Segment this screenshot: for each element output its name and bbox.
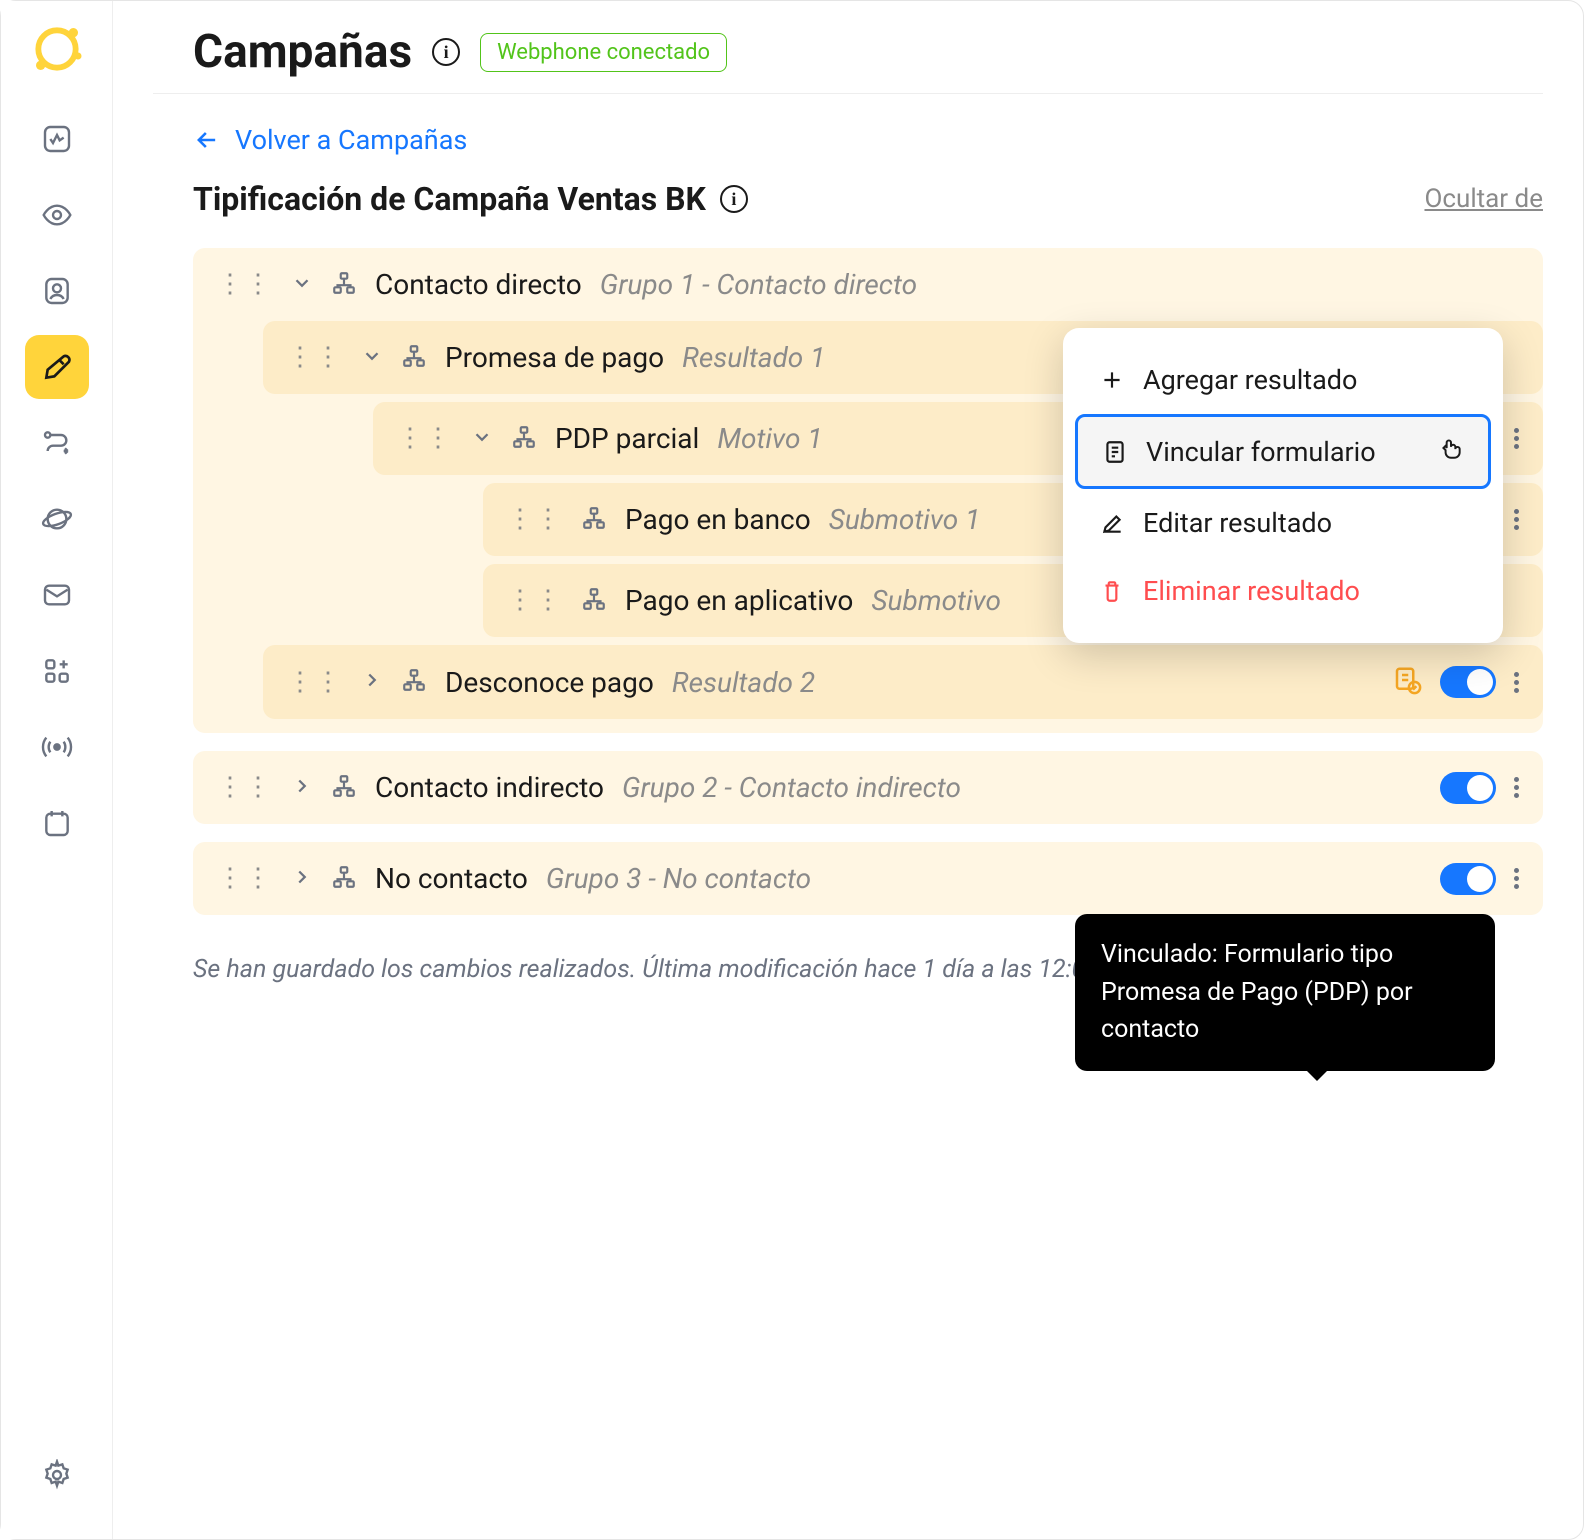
nav-user[interactable] [25, 259, 89, 323]
nav-calendar[interactable] [25, 791, 89, 855]
result-label: Desconoce pago [445, 666, 654, 699]
status-badge: Webphone conectado [480, 33, 727, 72]
kebab-menu-icon[interactable] [1514, 509, 1519, 530]
nav-mail[interactable] [25, 563, 89, 627]
submotive-sublabel: Submotivo 1 [829, 503, 981, 536]
hierarchy-icon [401, 343, 427, 373]
kebab-menu-icon[interactable] [1514, 428, 1519, 449]
info-icon[interactable]: i [432, 38, 460, 66]
menu-item-label: Vincular formulario [1146, 436, 1376, 468]
header: Campañas i Webphone conectado [153, 1, 1543, 94]
kebab-menu-icon[interactable] [1514, 868, 1519, 889]
hierarchy-icon [331, 864, 357, 894]
hierarchy-icon [581, 505, 607, 535]
result-label: Promesa de pago [445, 341, 664, 374]
main-content: Campañas i Webphone conectado Volver a C… [113, 1, 1583, 1539]
back-link[interactable]: Volver a Campañas [193, 124, 1543, 156]
hierarchy-icon [401, 667, 427, 697]
drag-handle-icon[interactable]: ⋮⋮ [287, 348, 343, 366]
group-label: No contacto [375, 862, 528, 895]
tooltip: Vinculado: Formulario tipo Promesa de Pa… [1075, 914, 1495, 1071]
group-contacto-indirecto[interactable]: ⋮⋮ Contacto indirecto Grupo 2 - Contacto… [193, 751, 1543, 824]
toggle-switch[interactable] [1440, 772, 1496, 804]
menu-add-result[interactable]: Agregar resultado [1075, 346, 1491, 414]
drag-handle-icon[interactable]: ⋮⋮ [217, 778, 273, 796]
group-row[interactable]: ⋮⋮ Contacto directo Grupo 1 - Contacto d… [193, 248, 1543, 321]
page-title: Campañas [193, 25, 412, 79]
drag-handle-icon[interactable]: ⋮⋮ [217, 275, 273, 293]
toggle-switch[interactable] [1440, 666, 1496, 698]
menu-delete-result[interactable]: Eliminar resultado [1075, 557, 1491, 625]
chevron-right-icon[interactable] [291, 866, 313, 892]
nav-activity[interactable] [25, 107, 89, 171]
menu-link-form[interactable]: Vincular formulario [1075, 414, 1491, 489]
nav-campaigns[interactable] [25, 335, 89, 399]
hide-link[interactable]: Ocultar de [1424, 184, 1543, 214]
chevron-down-icon[interactable] [361, 345, 383, 371]
nav-apps[interactable] [25, 639, 89, 703]
submotive-label: Pago en aplicativo [625, 584, 853, 617]
menu-item-label: Eliminar resultado [1143, 575, 1360, 607]
form-linked-icon[interactable] [1392, 665, 1422, 699]
drag-handle-icon[interactable]: ⋮⋮ [507, 510, 563, 528]
menu-edit-result[interactable]: Editar resultado [1075, 489, 1491, 557]
nav-broadcast[interactable] [25, 715, 89, 779]
sidebar [1, 1, 113, 1539]
group-label: Contacto indirecto [375, 771, 604, 804]
submotive-label: Pago en banco [625, 503, 811, 536]
drag-handle-icon[interactable]: ⋮⋮ [507, 591, 563, 609]
menu-item-label: Editar resultado [1143, 507, 1332, 539]
group-sublabel: Grupo 2 - Contacto indirecto [622, 771, 961, 804]
group-sublabel: Grupo 3 - No contacto [546, 862, 811, 895]
menu-item-label: Agregar resultado [1143, 364, 1357, 396]
result-row[interactable]: ⋮⋮ Desconoce pago Resultado 2 [263, 645, 1543, 719]
subheader-title: Tipificación de Campaña Ventas BK [193, 180, 706, 218]
cursor-icon [1438, 435, 1464, 468]
group-no-contacto[interactable]: ⋮⋮ No contacto Grupo 3 - No contacto [193, 842, 1543, 915]
kebab-menu-icon[interactable] [1514, 777, 1519, 798]
hierarchy-icon [511, 424, 537, 454]
result-desconoce-pago: ⋮⋮ Desconoce pago Resultado 2 [263, 645, 1543, 719]
back-link-label: Volver a Campañas [235, 124, 467, 156]
drag-handle-icon[interactable]: ⋮⋮ [397, 429, 453, 447]
motive-label: PDP parcial [555, 422, 699, 455]
submotive-sublabel: Submotivo [871, 584, 1001, 617]
hierarchy-icon [581, 586, 607, 616]
nav-planet[interactable] [25, 487, 89, 551]
chevron-right-icon[interactable] [291, 775, 313, 801]
hierarchy-icon [331, 773, 357, 803]
chevron-down-icon[interactable] [471, 426, 493, 452]
result-sublabel: Resultado 2 [672, 666, 815, 699]
drag-handle-icon[interactable]: ⋮⋮ [217, 869, 273, 887]
nav-eye[interactable] [25, 183, 89, 247]
kebab-menu-icon[interactable] [1514, 672, 1519, 693]
motive-sublabel: Motivo 1 [717, 422, 822, 455]
hierarchy-icon [331, 270, 357, 300]
logo-icon [29, 21, 85, 77]
info-icon[interactable]: i [720, 185, 748, 213]
drag-handle-icon[interactable]: ⋮⋮ [287, 673, 343, 691]
chevron-right-icon[interactable] [361, 669, 383, 695]
nav-settings[interactable] [25, 1443, 89, 1507]
nav-routes[interactable] [25, 411, 89, 475]
result-sublabel: Resultado 1 [682, 341, 825, 374]
chevron-down-icon[interactable] [291, 272, 313, 298]
group-sublabel: Grupo 1 - Contacto directo [600, 268, 917, 301]
group-label: Contacto directo [375, 268, 582, 301]
subheader: Tipificación de Campaña Ventas BK i Ocul… [193, 180, 1543, 218]
context-menu: Agregar resultado Vincular formulario Ed… [1063, 328, 1503, 643]
toggle-switch[interactable] [1440, 863, 1496, 895]
